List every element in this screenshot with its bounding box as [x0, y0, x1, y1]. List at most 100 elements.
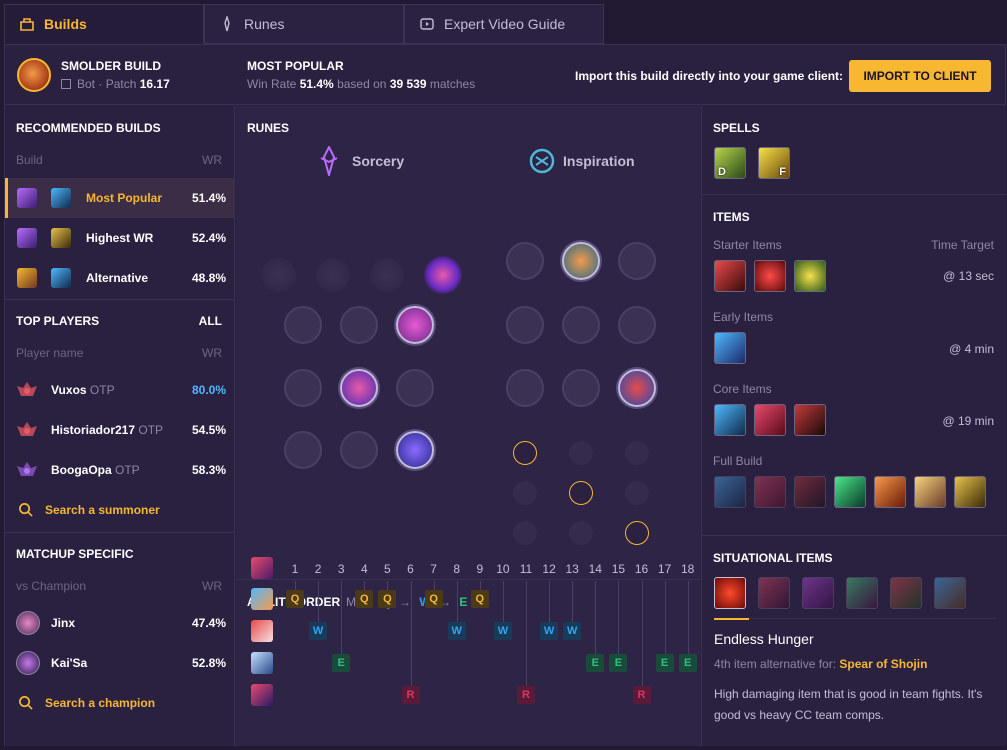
situational-item-icon[interactable]	[890, 577, 922, 609]
w-ability-icon	[251, 620, 273, 642]
search-summoner-link[interactable]: Search a summoner	[45, 503, 160, 517]
rune-slot[interactable]	[562, 306, 600, 344]
level-line	[687, 581, 689, 654]
stat-shard[interactable]	[625, 481, 649, 505]
level-line	[295, 581, 296, 590]
core-item-icon[interactable]	[714, 404, 746, 436]
full-build-item-icon[interactable]	[834, 476, 866, 508]
rune-slot[interactable]	[284, 369, 322, 407]
skill-point-q: Q	[470, 590, 489, 608]
rune-keystone[interactable]	[370, 258, 404, 292]
situational-item-icon[interactable]	[846, 577, 878, 609]
endless-hunger-icon[interactable]	[714, 577, 746, 609]
tab-bar: Builds Runes Expert Video Guide	[4, 4, 604, 44]
stat-shard[interactable]	[625, 441, 649, 465]
tab-video[interactable]: Expert Video Guide	[404, 4, 604, 44]
matchup-row[interactable]: Kai'Sa 52.8%	[5, 643, 234, 683]
core-time: @ 19 min	[942, 414, 994, 428]
level-line	[502, 581, 504, 622]
rune-slot-selected[interactable]	[618, 369, 656, 407]
doran-blade-icon[interactable]	[714, 260, 746, 292]
build-wr: 48.8%	[191, 271, 226, 285]
divider	[5, 532, 234, 533]
rune-slot-selected[interactable]	[562, 242, 600, 280]
build-row-most-popular[interactable]: Most Popular 51.4%	[5, 178, 234, 218]
build-name: Highest WR	[86, 231, 154, 245]
search-summoner-row[interactable]: Search a summoner	[5, 490, 234, 530]
rune-slot[interactable]	[618, 242, 656, 280]
rune-slot[interactable]	[340, 431, 378, 469]
video-icon	[420, 18, 434, 30]
rune-slot[interactable]	[340, 306, 378, 344]
level-number: 5	[384, 562, 391, 576]
rune-keystone[interactable]	[316, 258, 350, 292]
spells-title: SPELLS	[713, 121, 760, 135]
rune-slot[interactable]	[506, 242, 544, 280]
import-to-client-button[interactable]: IMPORT TO CLIENT	[849, 60, 991, 92]
core-item-icon[interactable]	[754, 404, 786, 436]
level-number: 13	[565, 562, 579, 576]
all-players-link[interactable]: ALL	[199, 314, 222, 328]
situational-item-icon[interactable]	[802, 577, 834, 609]
full-build-item-icon[interactable]	[874, 476, 906, 508]
stat-shard-selected[interactable]	[513, 441, 537, 465]
rune-slot[interactable]	[396, 369, 434, 407]
rune-slot[interactable]	[506, 369, 544, 407]
early-items-label: Early Items	[713, 310, 774, 324]
rune-slot[interactable]	[284, 431, 322, 469]
tab-runes-label: Runes	[244, 16, 285, 32]
rune-slot-selected[interactable]	[396, 431, 434, 469]
sorcery-icon	[17, 228, 37, 248]
situational-item-icon[interactable]	[934, 577, 966, 609]
full-build-item-icon[interactable]	[794, 476, 826, 508]
starter-items-label: Starter Items	[713, 238, 782, 252]
full-build-item-icon[interactable]	[754, 476, 786, 508]
stat-shard-selected[interactable]	[569, 481, 593, 505]
core-item-icon[interactable]	[794, 404, 826, 436]
level-line	[664, 581, 666, 654]
full-build-item-icon[interactable]	[714, 476, 746, 508]
rune-slot[interactable]	[506, 306, 544, 344]
rune-slot-selected[interactable]	[340, 369, 378, 407]
health-potion-icon[interactable]	[754, 260, 786, 292]
build-header: SMOLDER BUILD Bot · Patch 16.17 MOST POP…	[5, 45, 1005, 105]
stat-shard[interactable]	[569, 521, 593, 545]
level-number: 7	[430, 562, 437, 576]
full-build-item-icon[interactable]	[954, 476, 986, 508]
tab-builds[interactable]: Builds	[4, 4, 204, 44]
full-build-item-icon[interactable]	[914, 476, 946, 508]
rune-slot[interactable]	[618, 306, 656, 344]
build-row-highest-wr[interactable]: Highest WR 52.4%	[5, 218, 234, 258]
stat-shard[interactable]	[513, 521, 537, 545]
alt-item-link[interactable]: Spear of Shojin	[839, 657, 927, 671]
ward-trinket-icon[interactable]	[794, 260, 826, 292]
rune-slot-selected[interactable]	[396, 306, 434, 344]
search-champion-link[interactable]: Search a champion	[45, 696, 155, 710]
player-name: Historiador217 OTP	[51, 423, 163, 437]
early-time: @ 4 min	[949, 342, 994, 356]
skill-point-e: E	[678, 654, 697, 672]
rune-slot[interactable]	[562, 369, 600, 407]
win-rate-summary: Win Rate 51.4% based on 39 539 matches	[247, 77, 475, 91]
matchup-title: MATCHUP SPECIFIC	[16, 547, 134, 561]
flash-spell-icon[interactable]: F	[758, 147, 790, 179]
rune-keystone[interactable]	[262, 258, 296, 292]
tab-builds-label: Builds	[44, 16, 87, 32]
stat-shard[interactable]	[513, 481, 537, 505]
situational-item-icon[interactable]	[758, 577, 790, 609]
player-row[interactable]: Historiador217 OTP 54.5%	[5, 410, 234, 450]
early-item-icon[interactable]	[714, 332, 746, 364]
rune-keystone-selected[interactable]	[424, 256, 462, 294]
player-row[interactable]: Vuxos OTP 80.0%	[5, 370, 234, 410]
search-icon	[19, 503, 33, 517]
player-row[interactable]: BoogaOpa OTP 58.3%	[5, 450, 234, 490]
level-line	[387, 581, 389, 590]
matchup-row[interactable]: Jinx 47.4%	[5, 603, 234, 643]
build-row-alternative[interactable]: Alternative 48.8%	[5, 258, 234, 298]
rune-slot[interactable]	[284, 306, 322, 344]
search-champion-row[interactable]: Search a champion	[5, 683, 234, 723]
tab-runes[interactable]: Runes	[204, 4, 404, 44]
stat-shard[interactable]	[569, 441, 593, 465]
stat-shard-selected[interactable]	[625, 521, 649, 545]
ghost-spell-icon[interactable]: D	[714, 147, 746, 179]
